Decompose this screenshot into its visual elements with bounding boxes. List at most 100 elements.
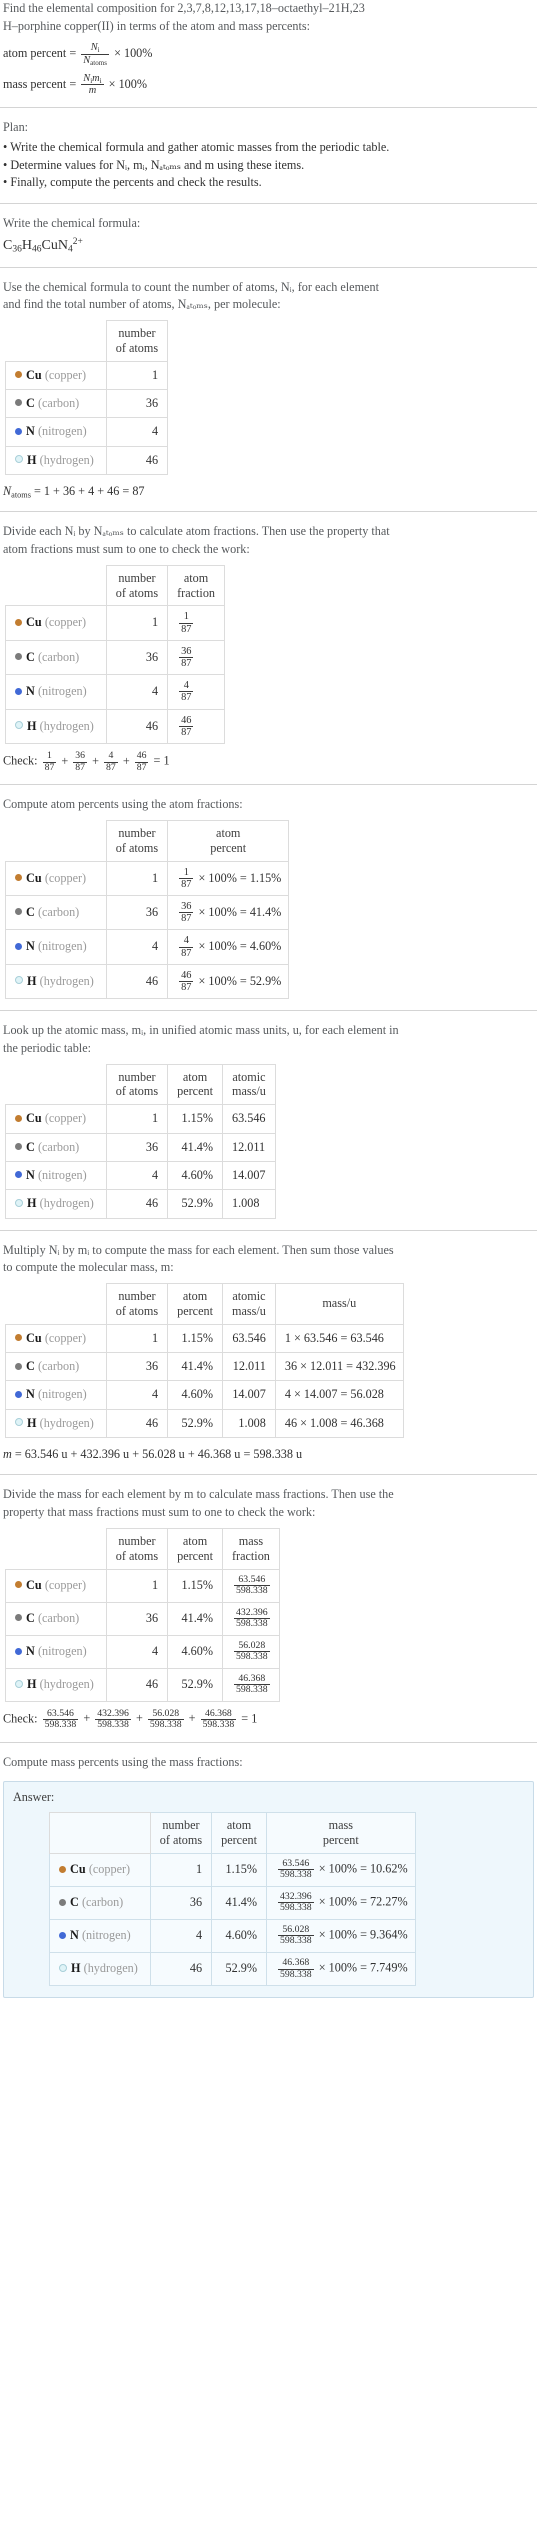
- fraction-denominator: 598.338: [97, 1719, 129, 1731]
- table-row: N (nitrogen) 4 4.60% 14.007: [5, 1160, 276, 1191]
- element-symbol: H: [27, 452, 37, 467]
- table-row: H (hydrogen) 46 52.9% 1.008 46 × 1.008 = 46.…: [5, 1408, 404, 1439]
- fraction-denominator: 87: [106, 761, 116, 773]
- fraction-numerator: 4: [179, 680, 194, 693]
- mass-check-sum: 63.546 598.338 + 432.396 598.338 + 56.028 5…: [41, 1708, 239, 1730]
- fraction: 36 87: [179, 646, 194, 669]
- atom-count-value: 46: [105, 1189, 169, 1219]
- plus-sign: +: [122, 753, 130, 768]
- table-row: H (hydrogen) 46: [5, 445, 169, 475]
- mass-text-2: to compute the molecular mass, m:: [3, 1260, 174, 1275]
- fraction: 46 87: [179, 970, 194, 993]
- fraction-numerator: 46: [134, 750, 149, 763]
- formula-cu: Cu: [41, 237, 58, 253]
- element-color-dot-c-icon: [15, 1614, 22, 1622]
- atom-count-value: 36: [105, 894, 169, 931]
- mass-percent-section: Compute mass percents using the mass fra…: [0, 1754, 537, 1772]
- element-symbol: C: [26, 649, 35, 664]
- table-row: N (nitrogen) 4 4 87: [5, 674, 226, 710]
- element-long-name: (hydrogen): [39, 1196, 94, 1211]
- header-mass-fraction: mass fraction: [221, 1527, 280, 1570]
- mass-percent-definition: mass percent = Nimi m × 100%: [3, 73, 534, 96]
- mi-mass-num-sub: i: [99, 76, 102, 85]
- mass-fraction-check: Check: 63.546 598.338 + 432.396 598.338 + …: [3, 1708, 534, 1731]
- table-header-row: number of atoms atom fraction: [5, 564, 226, 607]
- mass-value: 1 × 63.546 = 63.546: [274, 1323, 404, 1354]
- fraction: 63.546 598.338: [277, 1858, 314, 1881]
- atom-percent-value: 1.15%: [167, 1323, 223, 1354]
- mass-fraction-text-2: property that mass fractions must sum to…: [3, 1505, 316, 1520]
- fraction-denominator: 598.338: [235, 1651, 268, 1663]
- fraction-denominator: 87: [181, 658, 192, 669]
- element-long-name: (copper): [44, 1330, 87, 1345]
- atom-count-value: 46: [105, 708, 169, 745]
- atomic-mass-value: 12.011: [221, 1132, 276, 1162]
- fraction-denominator: 598.338: [149, 1719, 182, 1731]
- element-symbol: C: [26, 1139, 35, 1154]
- check-sum: 1 87 + 36 87 + 4 87 + 46 87: [41, 750, 151, 772]
- element-long-name: (hydrogen): [39, 718, 94, 733]
- element-name-cell: N (nitrogen): [5, 1380, 107, 1410]
- atom-count-value: 1: [105, 1104, 169, 1134]
- element-long-name: (copper): [88, 1862, 131, 1877]
- table-row: Cu (copper) 1 1.15% 63.546 598.338 × 100% = …: [49, 1852, 416, 1887]
- header-line-2: of atoms: [159, 1832, 203, 1847]
- header-atom-percent: atom percent: [167, 1527, 223, 1570]
- atomic-mass-value: 12.011: [221, 1352, 276, 1382]
- element-color-dot-h-icon: [15, 721, 23, 730]
- atom-count-value: 36: [105, 639, 169, 676]
- atom-count-value: 4: [105, 417, 169, 447]
- fraction: 46.368 598.338: [233, 1673, 270, 1696]
- atom-percent-value: 36 87 × 100% = 41.4%: [167, 894, 290, 931]
- atom-percent-value: 46 87 × 100% = 52.9%: [167, 963, 290, 1000]
- element-name-cell: N (nitrogen): [5, 1160, 107, 1191]
- header-line-1: atomic: [232, 1288, 266, 1303]
- table-row: Cu (copper) 1 1 87 × 100% = 1.15%: [5, 860, 290, 896]
- atomic-mass-value: 1.008: [221, 1189, 276, 1219]
- header-line-2: fraction: [231, 1548, 270, 1563]
- plus-sign: +: [188, 1711, 196, 1726]
- atom-count-value: 4: [105, 1160, 169, 1191]
- element-name-cell: H (hydrogen): [49, 1952, 151, 1987]
- fraction: 36 87: [179, 901, 194, 924]
- table-row: C (carbon) 36 41.4% 12.011 36 × 12.011 = 432…: [5, 1352, 404, 1382]
- header-atomic-mass: atomic mass/u: [221, 1282, 276, 1325]
- element-long-name: (hydrogen): [39, 1677, 94, 1692]
- divider: [0, 1229, 537, 1231]
- header-line-2: percent: [177, 1303, 213, 1318]
- element-color-dot-c-icon: [15, 908, 22, 916]
- element-symbol: Cu: [26, 615, 42, 630]
- fraction: 1 87: [179, 611, 194, 635]
- atomic-mass-value: 63.546: [221, 1323, 276, 1354]
- header-atomic-mass: atomic mass/u: [221, 1063, 276, 1106]
- fraction-denominator: 87: [181, 726, 192, 738]
- element-symbol: C: [26, 1359, 35, 1374]
- atom-fraction-table: number of atoms atom fraction Cu (copper…: [5, 564, 226, 745]
- element-symbol: H: [27, 973, 37, 988]
- atom-count-value: 4: [105, 674, 169, 710]
- corner-cell: [5, 820, 107, 862]
- mass-percent-expression: × 100% = 10.62%: [318, 1861, 408, 1876]
- atom-count-value: 36: [105, 1601, 169, 1636]
- fraction-denominator: 598.338: [235, 1684, 268, 1696]
- mass-percent-value: 63.546 598.338 × 100% = 10.62%: [265, 1852, 416, 1887]
- atom-percent-value: 4.60%: [167, 1634, 223, 1669]
- element-name-cell: Cu (copper): [5, 1104, 107, 1134]
- mass-body: Cu (copper) 1 1.15% 63.546 1 × 63.546 = 63.5…: [5, 1323, 404, 1439]
- fraction: 46 87: [179, 715, 194, 738]
- header-line-1: atom: [182, 1288, 208, 1303]
- atom-count-value: 1: [149, 1852, 213, 1887]
- mass-value: 46 × 1.008 = 46.368: [274, 1408, 404, 1439]
- header-atom-fraction: atom fraction: [167, 564, 226, 607]
- header-line-2: of atoms: [115, 840, 159, 855]
- element-color-dot-n-icon: [15, 1647, 22, 1655]
- header-number-of-atoms: number of atoms: [105, 1063, 169, 1106]
- element-color-dot-n-icon: [59, 1931, 66, 1939]
- header-line-1: number: [162, 1817, 200, 1832]
- element-color-dot-h-icon: [15, 1679, 23, 1688]
- element-color-dot-n-icon: [15, 942, 22, 950]
- header-line-1: number: [118, 1533, 156, 1548]
- atom-percent-value: 52.9%: [167, 1667, 223, 1702]
- corner-cell: [5, 1283, 107, 1325]
- table-header-row: number of atoms atom percent: [5, 819, 290, 862]
